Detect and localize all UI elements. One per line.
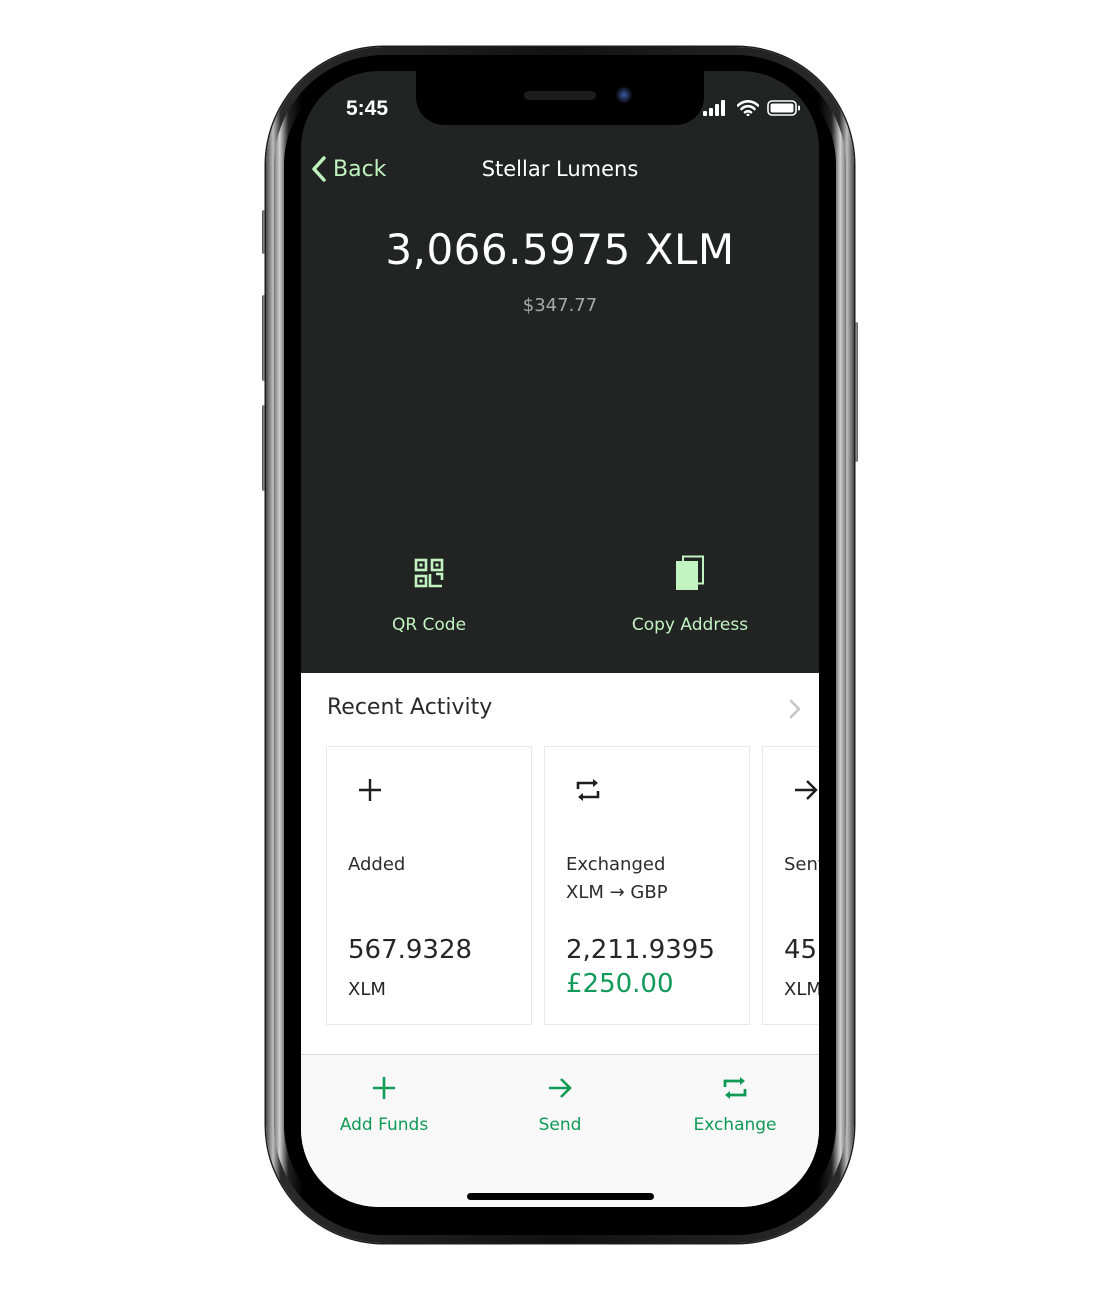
activity-cards: Added 567.9328 XLM Exchanged XLM → GBP 2… xyxy=(326,746,819,1026)
status-icons xyxy=(703,100,801,120)
activity-panel: Recent Activity Added 567.9328 XLM Excha… xyxy=(301,673,819,1207)
add-funds-button[interactable]: Add Funds xyxy=(304,1071,464,1135)
exchange-icon xyxy=(723,1077,747,1099)
wifi-icon xyxy=(736,100,760,120)
qr-code-button[interactable]: QR Code xyxy=(329,553,529,635)
bottom-action-bar: Add Funds Send Exchange xyxy=(301,1054,819,1207)
activity-amount: 567.9328 xyxy=(348,935,473,965)
plus-icon xyxy=(359,779,381,801)
add-funds-label: Add Funds xyxy=(339,1115,429,1135)
home-indicator[interactable] xyxy=(467,1193,654,1200)
activity-fiat-amount: £250.00 xyxy=(566,969,674,999)
balance-amount: 3,066.5975 XLM xyxy=(385,225,735,274)
balance-fiat-value: $347.77 xyxy=(522,295,598,316)
front-camera xyxy=(616,87,632,103)
copy-address-button[interactable]: Copy Address xyxy=(590,553,790,635)
copy-address-label: Copy Address xyxy=(631,615,749,635)
plus-icon xyxy=(373,1077,395,1099)
recent-activity-heading: Recent Activity xyxy=(327,695,493,720)
exchange-label: Exchange xyxy=(693,1115,777,1135)
qr-code-label: QR Code xyxy=(391,615,467,635)
activity-card[interactable]: Added 567.9328 XLM xyxy=(326,746,532,1025)
arrow-right-icon xyxy=(549,1078,572,1098)
activity-subtitle: XLM → GBP xyxy=(566,882,668,903)
activity-unit: XLM xyxy=(784,979,819,1000)
page-title: Stellar Lumens xyxy=(481,157,639,181)
phone-screen: 5:45 Back Stellar Lumens 3,066.5975 XLM … xyxy=(301,71,819,1207)
exchange-button[interactable]: Exchange xyxy=(655,1071,815,1135)
activity-title: Added xyxy=(348,854,406,875)
qr-code-icon xyxy=(414,558,444,588)
recent-activity-more-button[interactable] xyxy=(789,699,801,723)
status-time: 5:45 xyxy=(346,97,389,120)
send-label: Send xyxy=(538,1115,582,1135)
battery-icon xyxy=(767,100,801,120)
activity-title-text: Exchanged xyxy=(566,854,666,875)
speaker-grille xyxy=(524,91,596,100)
arrow-right-icon xyxy=(795,780,818,800)
send-button[interactable]: Send xyxy=(480,1071,640,1135)
chevron-right-icon xyxy=(789,699,801,719)
notch xyxy=(416,71,704,125)
signal-icon xyxy=(703,100,729,120)
activity-amount: 45 xyxy=(784,935,818,965)
activity-unit: XLM xyxy=(348,979,386,1000)
activity-amount: 2,211.9395 xyxy=(566,935,715,965)
activity-title: Exchanged XLM → GBP xyxy=(566,851,668,907)
activity-title: Sent xyxy=(784,854,819,875)
activity-card[interactable]: Exchanged XLM → GBP 2,211.9395 £250.00 xyxy=(544,746,750,1025)
exchange-icon xyxy=(576,779,600,801)
copy-icon xyxy=(676,555,704,590)
navigation-bar: Back Stellar Lumens xyxy=(301,151,819,195)
activity-card[interactable]: Sent 45 XLM xyxy=(762,746,819,1025)
